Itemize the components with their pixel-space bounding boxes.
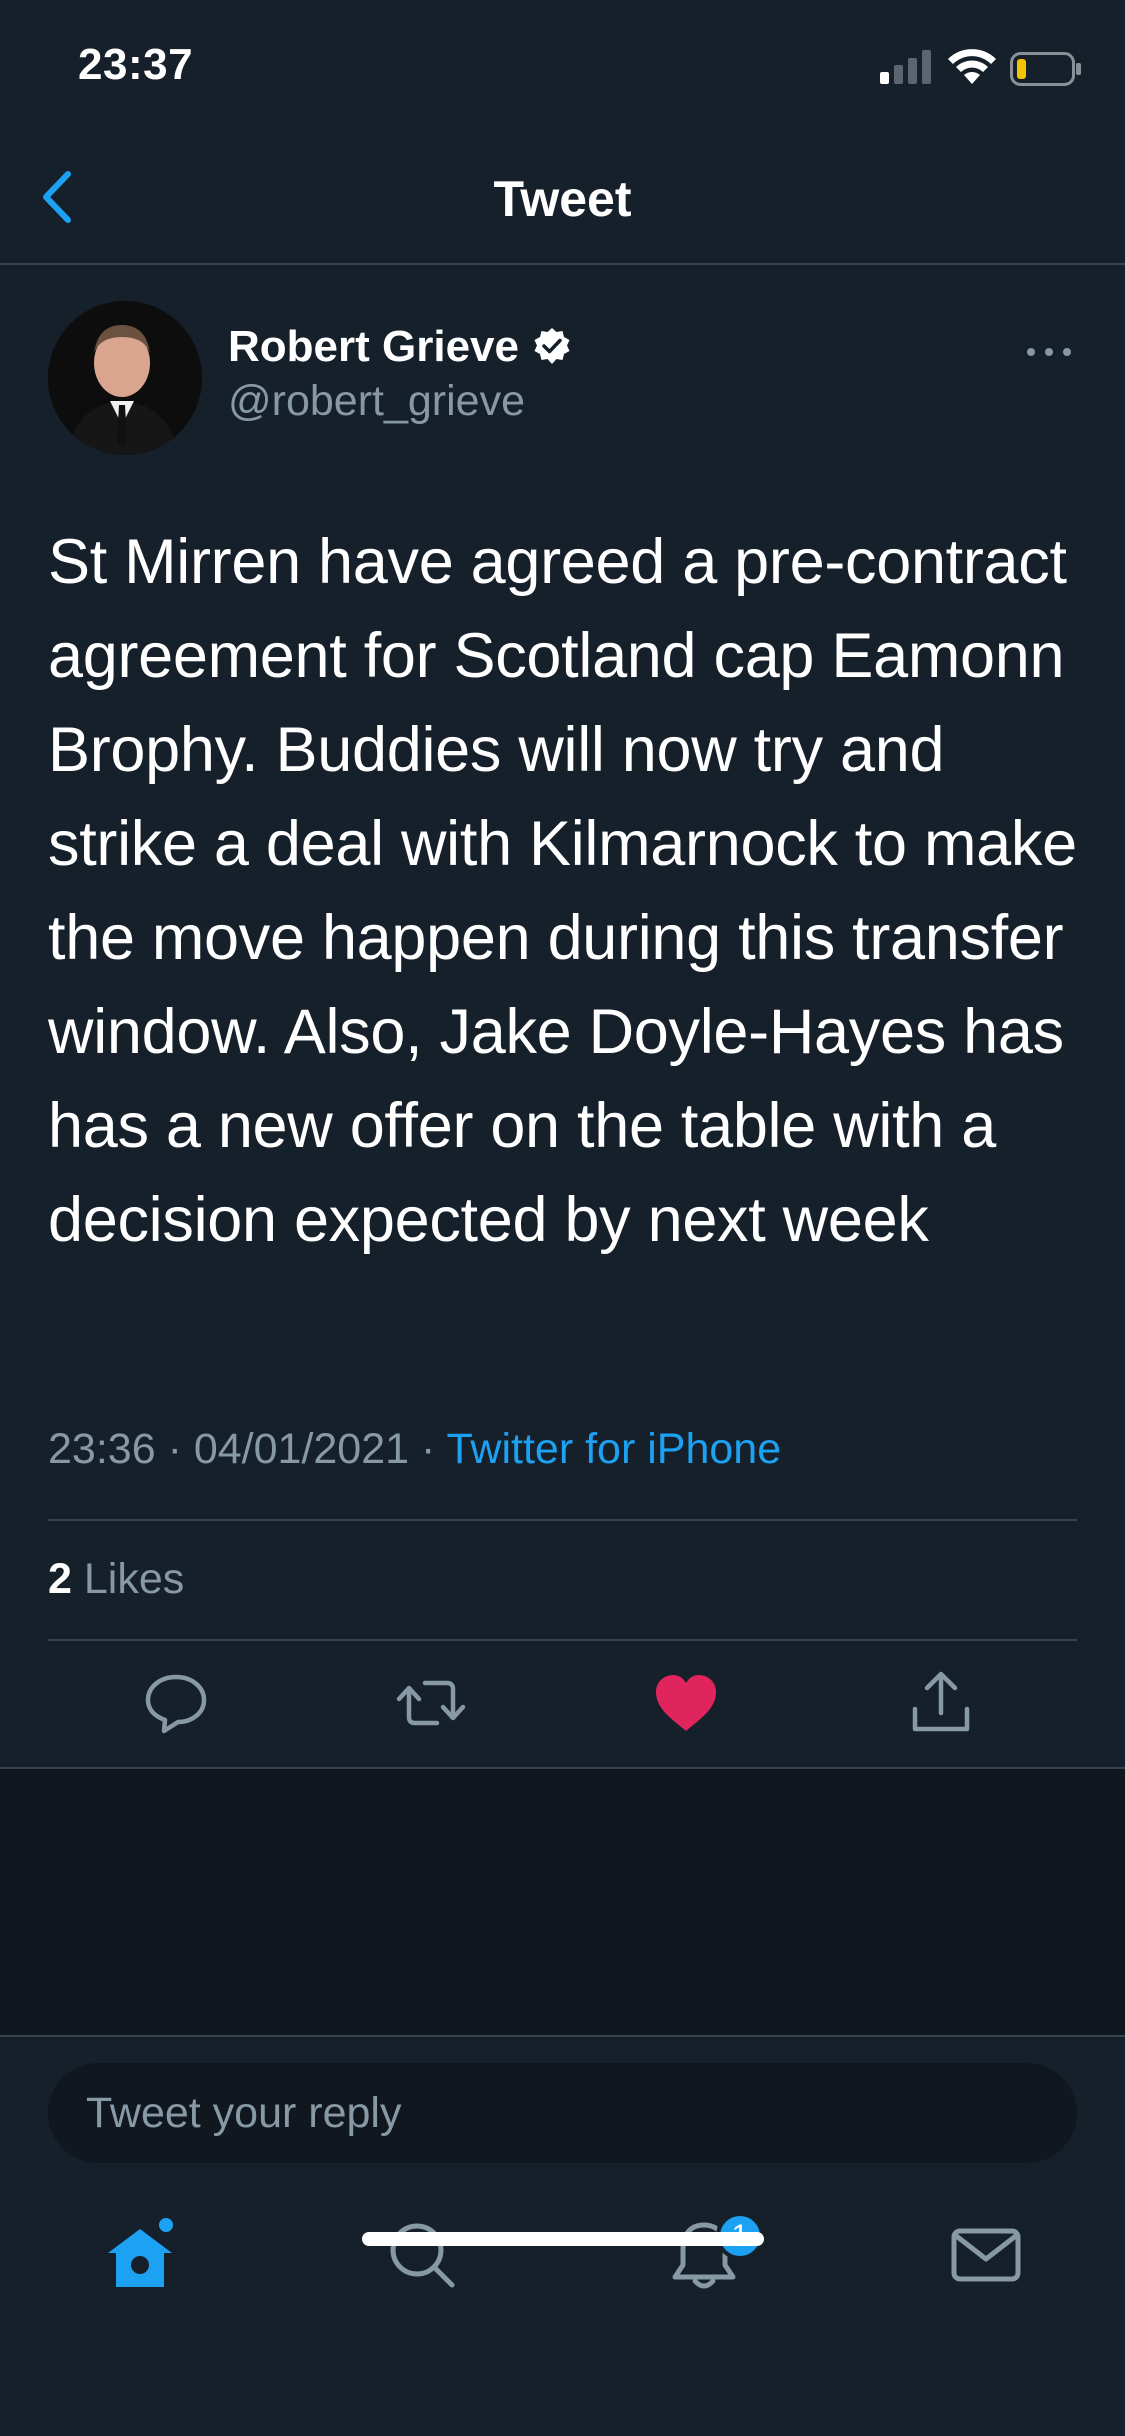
- status-time: 23:37: [78, 40, 194, 89]
- wifi-icon: [948, 49, 996, 84]
- search-icon[interactable]: [382, 2215, 462, 2295]
- meta-separator: ·: [167, 1425, 182, 1473]
- tweet-source-link[interactable]: Twitter for iPhone: [447, 1425, 782, 1473]
- like-icon[interactable]: [650, 1667, 722, 1739]
- author-handle[interactable]: @robert_grieve: [228, 377, 525, 426]
- author-name[interactable]: Robert Grieve: [228, 322, 519, 372]
- divider: [48, 1639, 1077, 1641]
- status-bar: 23:37: [0, 0, 1125, 132]
- nav-bar: Tweet: [0, 132, 1125, 265]
- retweet-icon[interactable]: [395, 1667, 467, 1739]
- tweet-actions: [0, 1647, 1125, 1759]
- meta-separator: ·: [421, 1425, 436, 1473]
- likes-count: 2: [48, 1555, 72, 1603]
- tab-bar: 1: [0, 2165, 1125, 2436]
- empty-replies-area: [0, 1769, 1125, 2035]
- likes-label: Likes: [83, 1555, 185, 1603]
- tweet-time: 23:36: [48, 1425, 156, 1473]
- battery-icon: [1010, 52, 1081, 86]
- page-title: Tweet: [493, 171, 632, 227]
- signal-icon: [880, 50, 931, 84]
- reply-icon[interactable]: [140, 1667, 212, 1739]
- tweet-detail-screen: 23:37 Tweet Robert Grieve @robert_grieve…: [0, 0, 1125, 2436]
- divider: [48, 1519, 1077, 1521]
- author-name-row[interactable]: Robert Grieve: [228, 321, 573, 373]
- avatar-image: [48, 301, 202, 455]
- verified-icon: [534, 328, 570, 364]
- tweet: Robert Grieve @robert_grieve St Mirren h…: [0, 267, 1125, 1769]
- tweet-meta: 23:36 · 04/01/2021 · Twitter for iPhone: [48, 1425, 781, 1474]
- likes-count-row[interactable]: 2 Likes: [48, 1555, 184, 1604]
- reply-input[interactable]: [48, 2063, 1077, 2163]
- home-indicator[interactable]: [362, 2232, 764, 2246]
- reply-bar: [0, 2035, 1125, 2165]
- home-icon[interactable]: [100, 2215, 180, 2295]
- more-options-icon[interactable]: [1024, 337, 1074, 367]
- tweet-date: 04/01/2021: [193, 1425, 410, 1473]
- tweet-text: St Mirren have agreed a pre-contract agr…: [48, 527, 1077, 1255]
- mail-icon[interactable]: [946, 2215, 1026, 2295]
- avatar[interactable]: [48, 301, 202, 455]
- share-icon[interactable]: [905, 1667, 977, 1739]
